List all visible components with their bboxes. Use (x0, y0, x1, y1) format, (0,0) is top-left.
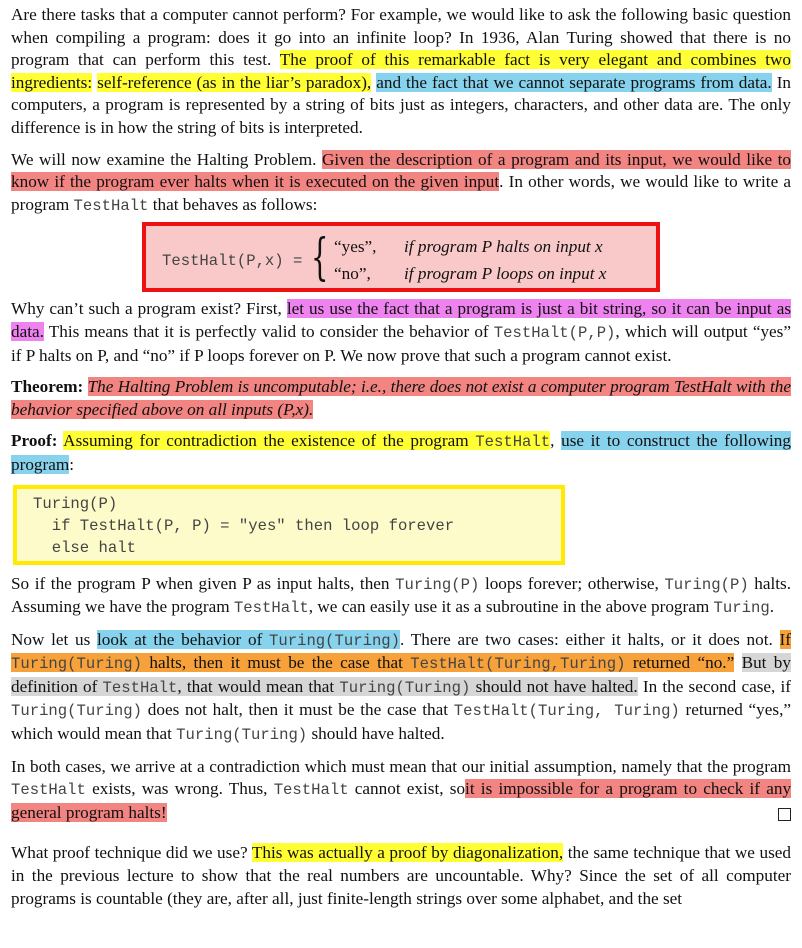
code-testhalt: TestHalt (475, 433, 551, 452)
text: : (69, 454, 75, 474)
code-line: else halt (33, 538, 136, 557)
code: TestHalt(Turing, Turing) (453, 702, 680, 721)
text: cannot exist, so (354, 779, 466, 799)
code: Turing(Turing) (176, 726, 308, 745)
text: should have halted. (311, 724, 445, 744)
highlight-yellow: self-reference (as in the liar’s paradox… (97, 72, 372, 92)
code-testhalt-pp: TestHalt(P,P) (493, 323, 616, 342)
code: Turing(Turing) (11, 702, 143, 721)
text: So if the program P when given P as inpu… (11, 573, 390, 593)
code: TestHalt (273, 781, 349, 800)
code-testhalt: TestHalt (73, 196, 149, 215)
highlight-yellow: Assuming for contradiction the existence… (63, 431, 551, 452)
text: This means that it is perfectly valid to… (48, 321, 489, 341)
proof-paragraph: Proof: Assuming for contradiction the ex… (11, 431, 791, 474)
testhalt-definition-box: TestHalt(P,x) = { “yes”, if program P ha… (142, 222, 660, 293)
code: TestHalt (233, 599, 309, 618)
highlight-yellow: This was actually a proof by diagonaliza… (251, 843, 564, 863)
case-no: “no”, (334, 264, 371, 284)
text: that behaves as follows: (152, 194, 318, 214)
code: Turing(Turing) (269, 631, 401, 650)
why-paragraph: Why can’t such a program exist? First, l… (11, 298, 792, 367)
left-brace: { (311, 228, 329, 287)
two-cases-paragraph: Now let us look at the behavior of Turin… (11, 629, 791, 747)
text: In both cases, we arrive at a contradict… (11, 756, 791, 776)
code: Turing(Turing) (11, 655, 143, 674)
halting-problem-paragraph: We will now examine the Halting Problem.… (11, 149, 792, 218)
text: does not halt, then it must be the case … (147, 700, 449, 720)
text: loops forever; otherwise, (484, 573, 659, 593)
intro-paragraph: Are there tasks that a computer cannot p… (11, 4, 791, 140)
text: exists, was wrong. Thus, (92, 779, 268, 799)
text: What proof technique did we use? (11, 843, 248, 863)
highlight-blue: and the fact that we cannot separate pro… (376, 72, 772, 92)
text: Why can’t such a program exist? First, (11, 299, 282, 319)
text: We will now examine the Halting Problem. (11, 149, 317, 169)
case-yes: “yes”, (334, 237, 377, 257)
theorem-paragraph: Theorem: The Halting Problem is uncomput… (11, 376, 792, 421)
code: Turing(Turing) (339, 678, 471, 697)
text: Now let us (11, 629, 91, 649)
code: Turing(P) (395, 575, 480, 594)
conclusion-paragraph: In both cases, we arrive at a contradict… (11, 756, 792, 825)
document-body: Are there tasks that a computer cannot p… (11, 4, 792, 910)
turing-explanation-paragraph: So if the program P when given P as inpu… (11, 573, 791, 620)
text: , we can easily use it as a subroutine i… (308, 597, 710, 617)
diagonalization-paragraph: What proof technique did we use? This wa… (11, 842, 791, 910)
text: . (769, 597, 774, 617)
turing-code-block: Turing(P) if TestHalt(P, P) = "yes" then… (13, 484, 565, 565)
condition-halts: if program P halts on input x (404, 237, 603, 257)
theorem-statement: The Halting Problem is uncomputable; i.e… (11, 377, 792, 419)
code: Turing(P) (664, 575, 749, 594)
theorem-label: Theorem: (11, 377, 84, 397)
code: TestHalt(Turing,Turing) (410, 655, 626, 674)
text: In the second case, if (642, 676, 792, 696)
code-line: if TestHalt(P, P) = "yes" then loop fore… (33, 516, 455, 535)
highlight-blue: look at the behavior of Turing(Turing) (97, 629, 401, 650)
formula-lhs: TestHalt(P,x) = (162, 252, 303, 271)
qed-square-icon (778, 807, 791, 821)
text: . There are two cases: either it halts, … (400, 629, 773, 649)
code-line: Turing(P) (33, 494, 118, 513)
code: TestHalt (102, 678, 178, 697)
proof-label: Proof: (11, 431, 58, 451)
code: TestHalt (11, 781, 86, 800)
code: Turing (713, 599, 770, 618)
condition-loops: if program P loops on input x (404, 264, 607, 284)
